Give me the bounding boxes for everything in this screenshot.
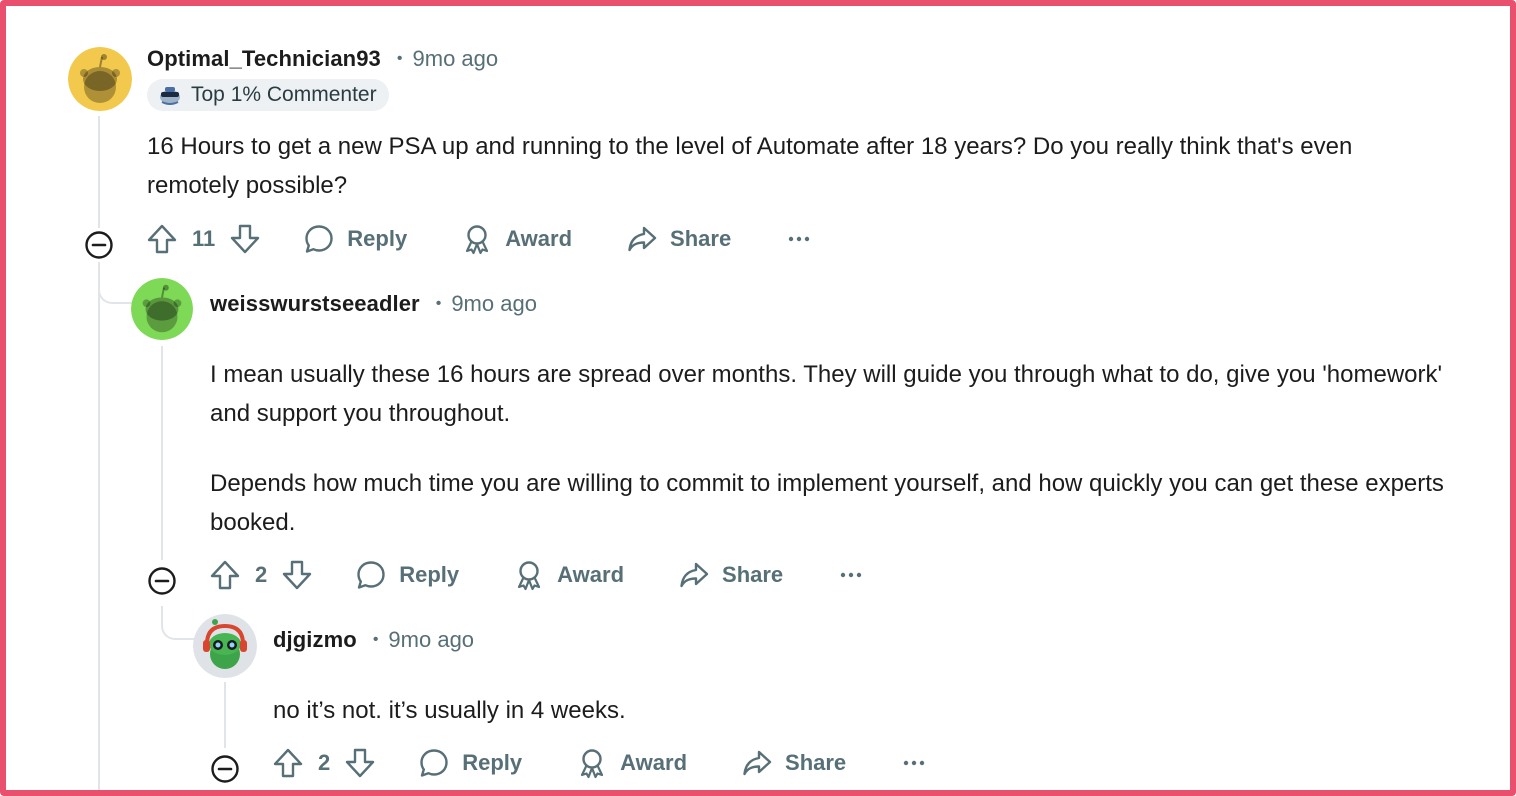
downvote-icon[interactable] bbox=[229, 223, 261, 255]
reply-label: Reply bbox=[462, 750, 523, 775]
comment-body: I mean usually these 16 hours are spread… bbox=[210, 355, 1472, 542]
more-options-icon[interactable] bbox=[902, 759, 926, 767]
share-label: Share bbox=[670, 226, 732, 251]
reply-button[interactable]: Reply bbox=[418, 747, 522, 779]
share-button[interactable]: Share bbox=[626, 223, 731, 255]
thread-line-root-lower[interactable] bbox=[98, 262, 100, 790]
share-label: Share bbox=[785, 750, 847, 775]
thread-line-level2[interactable] bbox=[161, 346, 163, 560]
award-icon bbox=[461, 223, 493, 255]
collapse-icon[interactable] bbox=[147, 566, 177, 596]
upvote-icon[interactable] bbox=[209, 559, 241, 591]
comment-actions: 2 Reply Award Share bbox=[209, 555, 863, 595]
user-flair-badge: Top 1% Commenter bbox=[147, 79, 389, 111]
comment-thread: Optimal_Technician93 • 9mo ago Top 1% Co… bbox=[0, 0, 1516, 796]
thread-line-level3[interactable] bbox=[224, 682, 226, 748]
vote-group: 2 bbox=[272, 747, 376, 779]
comment-meta: djgizmo • 9mo ago bbox=[273, 627, 474, 653]
comment-paragraph: 16 Hours to get a new PSA up and running… bbox=[147, 133, 1353, 199]
vote-count: 2 bbox=[255, 562, 268, 587]
reply-icon bbox=[355, 559, 387, 591]
avatar[interactable] bbox=[68, 47, 132, 111]
thread-branch-2 bbox=[161, 606, 197, 640]
timestamp[interactable]: 9mo ago bbox=[451, 291, 537, 317]
share-icon bbox=[741, 747, 773, 779]
award-label: Award bbox=[505, 226, 573, 251]
upvote-icon[interactable] bbox=[146, 223, 178, 255]
share-icon bbox=[626, 223, 658, 255]
comment-paragraph: I mean usually these 16 hours are spread… bbox=[210, 361, 1443, 427]
flair-label: Top 1% Commenter bbox=[191, 83, 377, 106]
award-button[interactable]: Award bbox=[461, 223, 572, 255]
award-label: Award bbox=[557, 562, 625, 587]
downvote-icon[interactable] bbox=[281, 559, 313, 591]
collapse-icon[interactable] bbox=[84, 230, 114, 260]
timestamp[interactable]: 9mo ago bbox=[388, 627, 474, 653]
username[interactable]: weisswurstseeadler bbox=[210, 291, 420, 317]
commenter-badge-icon bbox=[160, 87, 180, 105]
thread-branch-1 bbox=[98, 274, 134, 304]
avatar[interactable] bbox=[193, 614, 257, 678]
share-button[interactable]: Share bbox=[678, 559, 783, 591]
upvote-icon[interactable] bbox=[272, 747, 304, 779]
comment-paragraph: Depends how much time you are willing to… bbox=[210, 470, 1444, 536]
award-icon bbox=[576, 747, 608, 779]
vote-count: 2 bbox=[318, 750, 331, 775]
reply-label: Reply bbox=[347, 226, 408, 251]
more-options-icon[interactable] bbox=[787, 235, 811, 243]
separator-dot: • bbox=[372, 631, 379, 648]
more-options-icon[interactable] bbox=[839, 571, 863, 579]
reply-label: Reply bbox=[399, 562, 460, 587]
award-icon bbox=[513, 559, 545, 591]
thread-line-root[interactable] bbox=[98, 116, 100, 228]
reply-button[interactable]: Reply bbox=[355, 559, 459, 591]
award-button[interactable]: Award bbox=[513, 559, 624, 591]
comment-actions: 2 Reply Award Share bbox=[272, 743, 926, 783]
share-icon bbox=[678, 559, 710, 591]
comment-actions: 11 Reply Award Share bbox=[146, 219, 811, 259]
share-button[interactable]: Share bbox=[741, 747, 846, 779]
reply-icon bbox=[418, 747, 450, 779]
timestamp[interactable]: 9mo ago bbox=[413, 46, 499, 72]
username[interactable]: Optimal_Technician93 bbox=[147, 46, 381, 72]
reply-icon bbox=[303, 223, 335, 255]
comment-paragraph: no it’s not. it’s usually in 4 weeks. bbox=[273, 697, 626, 724]
separator-dot: • bbox=[396, 50, 403, 67]
vote-count: 11 bbox=[192, 226, 216, 251]
vote-group: 2 bbox=[209, 559, 313, 591]
share-label: Share bbox=[722, 562, 784, 587]
award-label: Award bbox=[620, 750, 688, 775]
separator-dot: • bbox=[435, 295, 442, 312]
collapse-icon[interactable] bbox=[210, 754, 240, 784]
comment-body: 16 Hours to get a new PSA up and running… bbox=[147, 127, 1447, 205]
comment-body: no it’s not. it’s usually in 4 weeks. bbox=[273, 691, 1473, 730]
reply-button[interactable]: Reply bbox=[303, 223, 407, 255]
vote-group: 11 bbox=[146, 223, 261, 255]
award-button[interactable]: Award bbox=[576, 747, 687, 779]
comment-meta: Optimal_Technician93 • 9mo ago bbox=[147, 46, 498, 72]
username[interactable]: djgizmo bbox=[273, 627, 357, 653]
comment-meta: weisswurstseeadler • 9mo ago bbox=[210, 291, 537, 317]
avatar[interactable] bbox=[131, 278, 193, 340]
downvote-icon[interactable] bbox=[344, 747, 376, 779]
